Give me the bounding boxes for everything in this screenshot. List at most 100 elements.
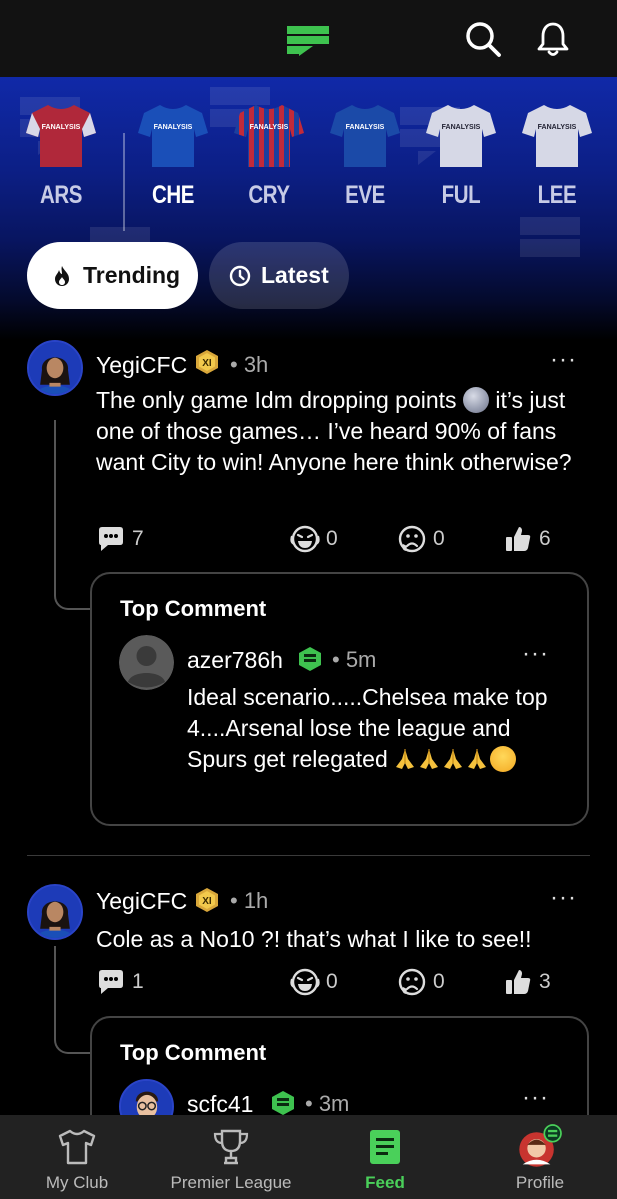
club-code: LEE <box>537 181 577 209</box>
svg-text:FANALYSIS: FANALYSIS <box>42 124 81 131</box>
sad-count: 0 <box>433 970 445 993</box>
post-text-part: The only game Idm dropping points <box>96 387 463 413</box>
nav-profile[interactable]: Profile <box>463 1115 617 1199</box>
kits-divider <box>123 133 125 231</box>
shirt-icon <box>58 1129 96 1165</box>
nav-label: Feed <box>365 1173 405 1192</box>
shirt-icon: FANALYSIS <box>330 105 400 167</box>
sad-reaction-button[interactable]: 0 <box>397 524 445 554</box>
club-kit-ars[interactable]: FANALYSIS ARS <box>21 103 101 210</box>
club-kit-lee[interactable]: FANALYSIS LEE <box>517 103 597 210</box>
nav-my-club[interactable]: My Club <box>0 1115 154 1199</box>
profile-avatar-icon <box>519 1124 562 1167</box>
pray-emoji-icon <box>396 749 415 769</box>
shirt-icon: FANALYSIS <box>426 105 496 167</box>
more-options-button[interactable]: ··· <box>522 1084 549 1112</box>
post-text: Cole as a No10 ?! that’s what I like to … <box>96 926 532 952</box>
post-text: The only game Idm dropping points it’s j… <box>96 385 576 478</box>
tab-latest[interactable]: Latest <box>209 242 349 309</box>
more-options-button[interactable]: ··· <box>522 640 549 668</box>
nav-feed[interactable]: Feed <box>308 1115 462 1199</box>
post-time: • 3h <box>230 352 269 377</box>
tab-trending[interactable]: Trending <box>27 242 198 309</box>
club-selector-hero: FANALYSIS ARS FANALYSIS CHE FANALYSIS CR <box>0 77 617 340</box>
trophy-icon <box>213 1129 249 1165</box>
sad-reaction-button[interactable]: 0 <box>397 967 445 997</box>
svg-text:FANALYSIS: FANALYSIS <box>538 124 577 131</box>
sad-count: 0 <box>433 527 445 550</box>
smiling-emoji-icon <box>490 746 517 772</box>
nav-label: Premier League <box>170 1173 292 1192</box>
post-username[interactable]: YegiCFC <box>96 352 187 379</box>
notifications-button[interactable] <box>534 20 572 58</box>
like-button[interactable]: 3 <box>503 967 551 997</box>
club-kits-row: FANALYSIS ARS FANALYSIS CHE FANALYSIS CR <box>0 103 617 231</box>
club-code: CRY <box>248 181 290 209</box>
club-code: FUL <box>441 181 481 209</box>
search-button[interactable] <box>464 20 502 58</box>
more-options-button[interactable]: ··· <box>550 884 577 912</box>
comment-text: Ideal scenario.....Chelsea make top 4...… <box>187 682 557 775</box>
xi-badge-icon: XI <box>196 888 218 912</box>
avatar[interactable] <box>27 884 83 940</box>
comment-bubble-icon <box>99 527 123 551</box>
comments-count-button[interactable]: 1 <box>96 967 144 997</box>
comments-count: 7 <box>132 527 144 550</box>
pray-emoji-icon <box>468 749 487 769</box>
shirt-icon: FANALYSIS <box>26 105 96 167</box>
flame-icon <box>55 265 69 286</box>
svg-text:XI: XI <box>202 896 212 907</box>
avatar[interactable] <box>119 635 174 690</box>
laugh-count: 0 <box>326 527 338 550</box>
club-code: CHE <box>151 181 195 209</box>
svg-text:FANALYSIS: FANALYSIS <box>442 124 481 131</box>
fanalysis-badge-icon <box>272 1091 294 1115</box>
tab-trending-label: Trending <box>83 262 181 288</box>
thread-connector <box>54 946 92 1054</box>
top-comment-card[interactable]: Top Comment azer786h • 5m ··· Ideal scen… <box>90 572 589 826</box>
nav-premier-league[interactable]: Premier League <box>154 1115 308 1199</box>
club-kit-ful[interactable]: FANALYSIS FUL <box>421 103 501 210</box>
xi-badge-icon: XI <box>196 350 218 374</box>
thread-connector <box>54 420 92 610</box>
likes-count: 3 <box>539 970 551 993</box>
club-code: EVE <box>345 181 385 209</box>
avatar[interactable] <box>27 340 83 396</box>
fanalysis-logo-icon[interactable] <box>287 26 329 56</box>
bell-icon <box>537 22 569 56</box>
user-avatar-icon <box>29 886 81 938</box>
more-options-button[interactable]: ··· <box>550 346 577 374</box>
comment-bubble-icon <box>99 970 123 994</box>
thumbs-up-icon <box>506 527 531 551</box>
sad-face-icon <box>398 968 426 996</box>
club-kit-che[interactable]: FANALYSIS CHE <box>133 103 213 210</box>
club-kit-cry[interactable]: FANALYSIS CRY <box>229 103 309 210</box>
tab-latest-label: Latest <box>261 262 329 288</box>
moon-emoji-icon <box>462 387 489 413</box>
laugh-reaction-button[interactable]: 0 <box>290 524 338 554</box>
comment-username[interactable]: scfc41 <box>187 1091 253 1118</box>
like-button[interactable]: 6 <box>503 524 551 554</box>
shirt-icon: FANALYSIS <box>138 105 208 167</box>
pray-emoji-icon <box>444 749 463 769</box>
comments-count-button[interactable]: 7 <box>96 524 144 554</box>
post-username[interactable]: YegiCFC <box>96 888 187 915</box>
laughing-face-icon <box>290 968 320 996</box>
user-avatar-icon <box>29 342 81 394</box>
sad-face-icon <box>398 525 426 553</box>
comment-username[interactable]: azer786h <box>187 647 283 674</box>
nav-label: My Club <box>45 1173 109 1192</box>
fanalysis-badge-icon <box>299 647 321 671</box>
thumbs-up-icon <box>506 970 531 994</box>
svg-text:FANALYSIS: FANALYSIS <box>154 124 193 131</box>
bottom-navigation: My Club Premier League Feed Profile <box>0 1115 617 1199</box>
clock-icon <box>229 265 251 286</box>
shirt-icon: FANALYSIS <box>234 105 304 167</box>
post-divider <box>27 855 590 856</box>
top-comment-title: Top Comment <box>120 596 267 621</box>
top-comment-title: Top Comment <box>120 1040 267 1065</box>
club-kit-eve[interactable]: FANALYSIS EVE <box>325 103 405 210</box>
laugh-reaction-button[interactable]: 0 <box>290 967 338 997</box>
top-bar <box>0 0 617 77</box>
nav-label: Profile <box>515 1173 565 1192</box>
